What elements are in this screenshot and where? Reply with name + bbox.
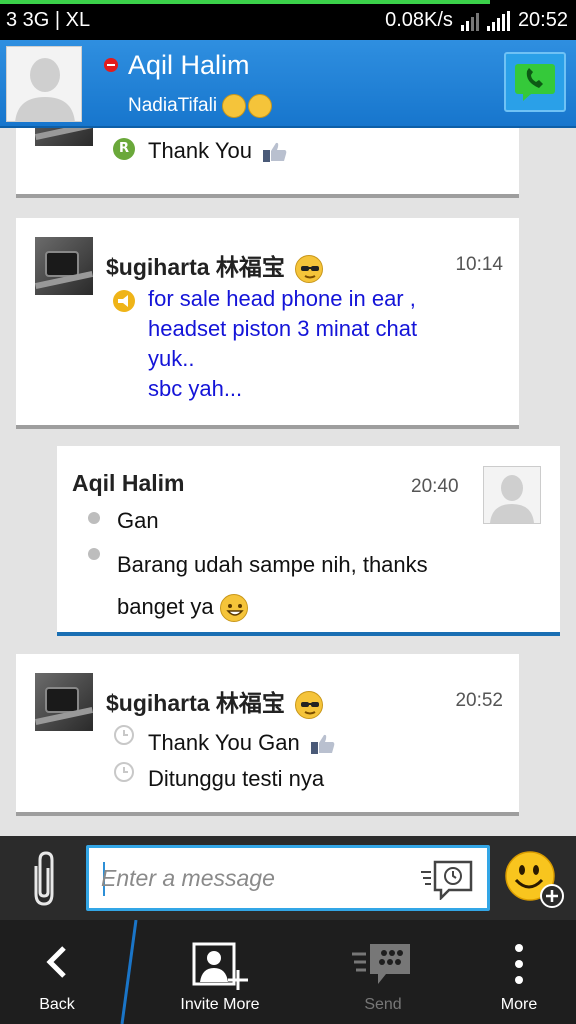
default-avatar-icon xyxy=(490,475,534,523)
composer-bar xyxy=(0,836,576,920)
chat-history[interactable]: R Thank You $ugiharta 林福宝 10:14 for sale… xyxy=(0,128,576,836)
chevron-left-icon xyxy=(46,946,66,978)
nav-divider xyxy=(120,920,138,1024)
message-input[interactable] xyxy=(101,858,401,898)
status-dot-icon xyxy=(88,512,100,524)
send-button[interactable]: Send xyxy=(320,920,446,1024)
action-bar: Back Invite More Send More xyxy=(0,920,576,1024)
message-input-box[interactable] xyxy=(86,845,490,911)
thumbs-up-icon xyxy=(310,733,336,755)
own-avatar xyxy=(483,466,541,524)
status-bar: 3 3G | XL 0.08K/s 20:52 xyxy=(0,0,576,40)
sender-avatar xyxy=(35,128,93,146)
voice-note-button[interactable] xyxy=(419,858,475,902)
send-label: Send xyxy=(364,996,402,1013)
voice-note-icon xyxy=(421,860,473,902)
message-text: Gan xyxy=(117,508,159,533)
invite-more-label: Invite More xyxy=(180,996,260,1013)
message-card-broadcast: $ugiharta 林福宝 10:14 for sale head phone … xyxy=(16,218,519,429)
busy-status-icon xyxy=(104,58,118,72)
sunglasses-emoji-icon xyxy=(295,254,324,283)
status-dot-icon xyxy=(88,548,100,560)
sunglasses-emoji-icon xyxy=(295,690,324,719)
message-text: Thank You xyxy=(148,138,288,164)
sender-name: Aqil Halim xyxy=(72,470,185,496)
default-avatar-icon xyxy=(7,47,81,121)
status-right: 0.08K/s 20:52 xyxy=(385,9,568,32)
message-time: 10:14 xyxy=(455,254,503,275)
sender-name: $ugiharta 林福宝 xyxy=(106,248,324,283)
sender-avatar xyxy=(35,237,93,295)
message-text: Thank You Gan xyxy=(148,730,336,756)
sender-name: $ugiharta 林福宝 xyxy=(106,684,324,719)
hugging-emoji-icon xyxy=(248,94,273,118)
message-card-incoming: $ugiharta 林福宝 20:52 Thank You Gan Ditung… xyxy=(16,654,519,816)
carrier-label: 3 3G | XL xyxy=(6,9,91,31)
status-text: NadiaTifali xyxy=(128,95,218,117)
network-speed: 0.08K/s xyxy=(385,9,453,31)
hugging-emoji-icon xyxy=(222,94,247,118)
back-label: Back xyxy=(39,996,75,1013)
voice-call-button[interactable] xyxy=(504,52,566,112)
message-time: 20:40 xyxy=(411,476,459,497)
download-progress-line xyxy=(0,0,490,4)
clock: 20:52 xyxy=(517,9,568,31)
paperclip-icon xyxy=(34,851,54,906)
read-receipt-icon: R xyxy=(113,138,135,160)
more-label: More xyxy=(500,996,538,1013)
pending-clock-icon xyxy=(114,762,134,782)
chat-header: Aqil Halim NadiaTifali xyxy=(0,40,576,128)
contact-status-message: NadiaTifali xyxy=(128,94,273,118)
phone-icon xyxy=(515,64,555,101)
message-time: 20:52 xyxy=(455,690,503,711)
bbm-send-icon xyxy=(352,944,410,984)
contact-name[interactable]: Aqil Halim xyxy=(128,50,250,81)
hplus-signal-icon xyxy=(460,11,479,31)
broadcast-megaphone-icon xyxy=(113,290,135,312)
invite-contact-icon xyxy=(192,942,248,990)
more-button[interactable]: More xyxy=(462,920,576,1024)
message-text: Barang udah sampe nih, thanks banget ya xyxy=(117,544,428,628)
message-text: Ditunggu testi nya xyxy=(148,766,325,791)
sender-avatar xyxy=(35,673,93,731)
overflow-menu-icon xyxy=(515,944,523,984)
thumbs-up-icon xyxy=(262,141,288,163)
broadcast-message-text: for sale head phone in ear , headset pis… xyxy=(148,286,418,401)
message-card-partial: R Thank You xyxy=(16,128,519,198)
grinning-emoji-icon xyxy=(219,594,248,623)
smiley-add-icon xyxy=(505,851,564,908)
contact-avatar[interactable] xyxy=(6,46,82,122)
emoticon-button[interactable] xyxy=(504,850,564,910)
pending-clock-icon xyxy=(114,725,134,745)
back-button[interactable]: Back xyxy=(0,920,114,1024)
invite-more-button[interactable]: Invite More xyxy=(140,920,300,1024)
attach-button[interactable] xyxy=(20,848,66,908)
signal-strength-icon xyxy=(486,10,510,31)
message-card-outgoing: Aqil Halim 20:40 Gan Barang udah sampe n… xyxy=(57,446,560,636)
